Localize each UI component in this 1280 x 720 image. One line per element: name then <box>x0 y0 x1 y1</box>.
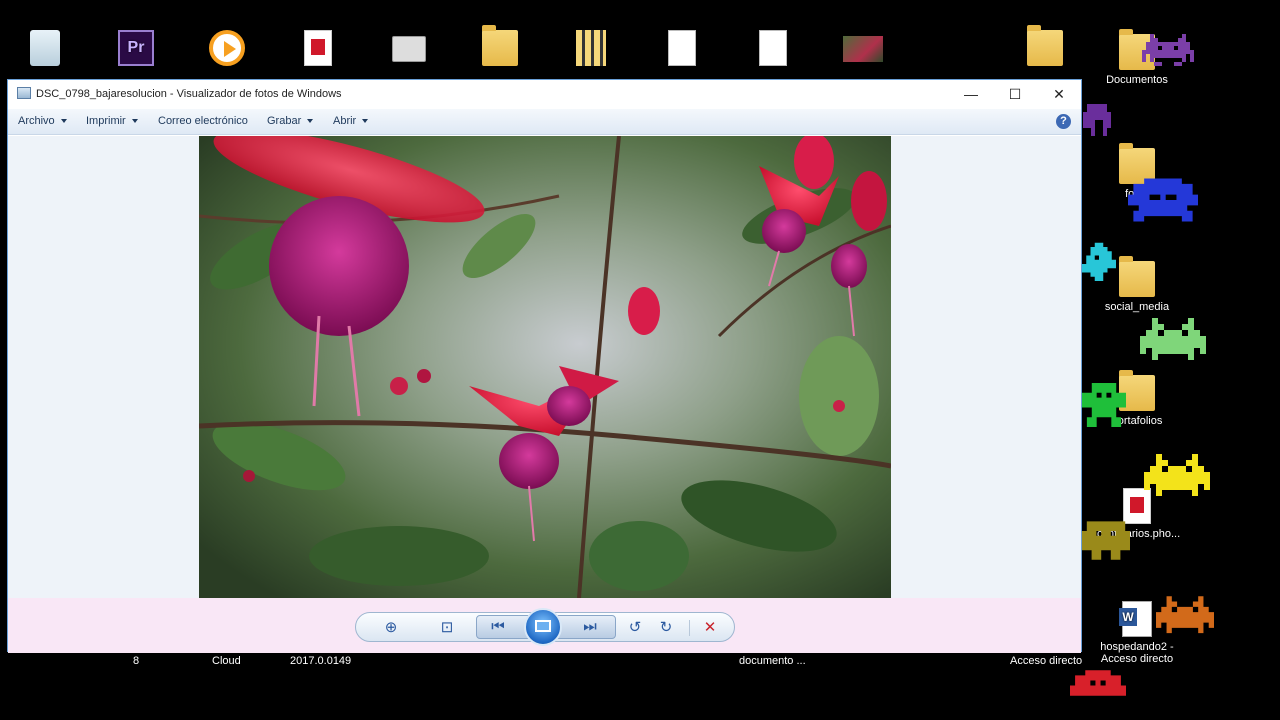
folder-top-right-icon[interactable] <box>1005 25 1085 70</box>
menu-grabar[interactable]: Grabar <box>267 115 314 127</box>
slideshow-icon <box>535 620 551 632</box>
desktop-label-fragment: Cloud <box>212 655 241 667</box>
photo-thumbnail-icon <box>843 36 883 62</box>
premiere-shortcut-icon[interactable]: Pr <box>96 30 176 70</box>
delete-icon[interactable]: ✕ <box>699 618 721 638</box>
premiere-logo-icon: Pr <box>118 30 154 66</box>
rotate-left-icon[interactable]: ↺ <box>624 618 646 638</box>
documentos-label: Documentos <box>1106 74 1168 86</box>
invader-lightgreen-icon <box>1140 318 1206 360</box>
adobe-document-icon <box>304 30 332 66</box>
chevron-down-icon <box>362 119 369 124</box>
photo-file-icon[interactable] <box>823 30 903 66</box>
window-title: DSC_0798_bajaresolucion - Visualizador d… <box>36 88 342 100</box>
folder-shortcut-icon[interactable] <box>460 25 540 70</box>
menu-correo-electronico[interactable]: Correo electrónico <box>158 115 248 127</box>
media-player-shortcut-icon[interactable] <box>187 30 267 70</box>
control-pill: ⊕ ⊡ ⏮ ⏭ ↺ ↻ ✕ <box>355 608 735 646</box>
blank-file-icon[interactable] <box>733 30 813 70</box>
menu-correo-label: Correo electrónico <box>158 115 248 127</box>
toolbar-separator <box>689 620 690 636</box>
social-media-label: social_media <box>1104 301 1170 313</box>
image-viewport <box>8 136 1081 598</box>
invader-red-icon <box>1070 670 1126 696</box>
menu-bar: Archivo Imprimir Correo electrónico Grab… <box>8 109 1081 135</box>
chevron-down-icon <box>60 119 67 124</box>
menu-archivo-label: Archivo <box>18 115 55 127</box>
zip-icon <box>576 30 606 66</box>
recycle-bin-icon[interactable] <box>5 30 85 70</box>
menu-abrir[interactable]: Abrir <box>333 115 369 127</box>
close-button[interactable]: ✕ <box>1037 80 1081 108</box>
title-bar[interactable]: DSC_0798_bajaresolucion - Visualizador d… <box>8 80 1081 108</box>
pdf-document-icon <box>668 30 696 66</box>
menu-imprimir[interactable]: Imprimir <box>86 115 138 127</box>
desktop-label-fragment: Acceso directo <box>1010 655 1083 667</box>
invader-purple-small-icon <box>1083 104 1111 136</box>
menu-grabar-label: Grabar <box>267 115 302 127</box>
invader-olive-icon <box>1082 521 1130 560</box>
chevron-down-icon <box>307 119 314 124</box>
next-button[interactable]: ⏭ <box>579 617 601 637</box>
recycle-bin-glyph-icon <box>30 30 60 66</box>
invader-cyan-icon <box>1082 242 1116 281</box>
invader-yellow-icon <box>1144 454 1210 496</box>
adobe-file-icon[interactable] <box>278 30 358 70</box>
zip-archive-icon[interactable] <box>551 30 631 70</box>
desktop-label-fragment: documento ... <box>739 655 806 667</box>
desktop-label-fragment: 2017.0.0149 <box>290 655 352 667</box>
play-icon <box>209 30 245 66</box>
settings-icon <box>392 36 426 62</box>
help-icon[interactable]: ? <box>1056 114 1071 129</box>
pdf-file-icon[interactable] <box>642 30 722 70</box>
photo-viewer-app-icon <box>17 87 31 99</box>
word-document-icon <box>1119 601 1152 637</box>
maximize-button[interactable]: ☐ <box>993 80 1037 108</box>
zoom-icon[interactable]: ⊕ <box>380 618 402 638</box>
invader-orange-icon <box>1156 596 1214 634</box>
folder-icon <box>1119 256 1155 297</box>
folder-icon <box>1027 25 1063 66</box>
chevron-down-icon <box>131 119 138 124</box>
photo-viewer-window: DSC_0798_bajaresolucion - Visualizador d… <box>7 79 1082 653</box>
rotate-right-icon[interactable]: ↻ <box>655 618 677 638</box>
minimize-button[interactable]: — <box>949 80 993 108</box>
actual-size-icon[interactable]: ⊡ <box>436 618 458 638</box>
hospedando-label-line2: Acceso directo <box>1100 653 1174 665</box>
settings-shortcut-icon[interactable] <box>369 30 449 66</box>
invader-blue-icon <box>1128 178 1198 222</box>
menu-archivo[interactable]: Archivo <box>18 115 67 127</box>
invader-purple-icon <box>1142 34 1194 66</box>
folder-icon <box>482 25 518 66</box>
blank-document-icon <box>759 30 787 66</box>
invader-green-icon <box>1082 383 1126 427</box>
desktop-label-fragment: 8 <box>133 655 140 667</box>
previous-button[interactable]: ⏮ <box>487 617 509 637</box>
viewer-controls-bar: ⊕ ⊡ ⏮ ⏭ ↺ ↻ ✕ <box>8 598 1081 653</box>
fuchsia-photo-image <box>199 136 891 598</box>
menu-imprimir-label: Imprimir <box>86 115 126 127</box>
fuchsia-photo <box>199 136 891 598</box>
slideshow-button[interactable] <box>524 608 562 646</box>
menu-abrir-label: Abrir <box>333 115 357 127</box>
